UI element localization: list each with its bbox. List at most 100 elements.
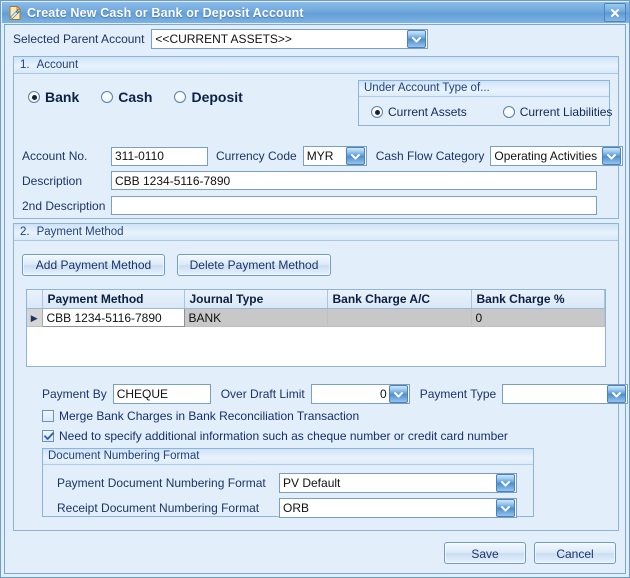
payment-method-buttons: Add Payment Method Delete Payment Method <box>22 254 331 276</box>
chevron-down-icon[interactable] <box>407 30 427 48</box>
chevron-down-icon[interactable] <box>388 385 408 403</box>
radio-bank-label: Bank <box>45 89 80 105</box>
merge-bank-charges-label: Merge Bank Charges in Bank Reconciliatio… <box>59 409 360 423</box>
need-additional-info-checkbox-row[interactable]: Need to specify additional information s… <box>42 429 508 443</box>
receipt-doc-numbering-label: Receipt Document Numbering Format <box>57 501 260 515</box>
document-numbering-title: Document Numbering Format <box>43 449 533 465</box>
grid-col-bank-charge-ac[interactable]: Bank Charge A/C <box>327 290 472 309</box>
description-label: Description <box>22 173 83 188</box>
section-payment-panel: 2. Payment Method Add Payment Method Dele… <box>13 223 629 531</box>
add-payment-method-button[interactable]: Add Payment Method <box>22 254 165 276</box>
cash-flow-category-label: Cash Flow Category <box>375 149 485 163</box>
row-selector-cell[interactable]: ▶ <box>27 308 43 327</box>
chevron-down-icon[interactable] <box>602 147 622 165</box>
selected-parent-account-value: <<CURRENT ASSETS>> <box>155 32 292 46</box>
currency-code-combo[interactable]: MYR <box>302 146 367 166</box>
table-row[interactable]: ▶ CBB 1234-5116-7890 BANK 0 <box>27 308 605 327</box>
radio-cash-dot[interactable] <box>101 91 114 103</box>
section-payment-title: Payment Method <box>36 226 124 238</box>
under-account-type-group: Under Account Type of... Current Assets … <box>358 80 612 126</box>
section-account-panel: 1. Account Bank Cash Deposit Under Accoun… <box>13 56 624 219</box>
need-additional-info-checkbox[interactable] <box>42 430 54 442</box>
window-title: Create New Cash or Bank or Deposit Accou… <box>27 5 304 20</box>
description-row: Description <box>22 171 597 190</box>
title-bar: Create New Cash or Bank or Deposit Accou… <box>2 2 629 23</box>
over-draft-limit-value: 0 <box>380 387 387 401</box>
payment-details-row: Payment By Over Draft Limit 0 Payment Ty… <box>42 384 629 404</box>
payment-type-label: Payment Type <box>419 387 497 401</box>
account-no-input[interactable] <box>111 146 208 166</box>
radio-cash-label: Cash <box>118 89 153 105</box>
cash-flow-category-combo[interactable]: Operating Activities <box>490 146 624 166</box>
chevron-down-icon[interactable] <box>607 385 627 403</box>
cell-bank-charge-pct[interactable]: 0 <box>471 308 605 327</box>
over-draft-limit-label: Over Draft Limit <box>220 387 305 401</box>
second-description-row: 2nd Description <box>22 196 597 215</box>
radio-cash[interactable]: Cash <box>101 89 152 105</box>
cell-bank-charge-ac[interactable] <box>327 308 472 327</box>
radio-current-liabilities-dot[interactable] <box>502 106 515 118</box>
payment-type-combo[interactable] <box>502 384 629 404</box>
radio-deposit-label: Deposit <box>191 89 243 105</box>
cash-flow-category-value: Operating Activities <box>494 149 598 163</box>
receipt-doc-numbering-combo[interactable]: ORB <box>279 498 517 518</box>
save-button[interactable]: Save <box>444 542 526 564</box>
selected-parent-account-row: Selected Parent Account <<CURRENT ASSETS… <box>13 29 429 49</box>
radio-deposit[interactable]: Deposit <box>174 89 243 105</box>
under-account-type-radio-group: Current Assets Current Liabilities <box>371 105 612 119</box>
account-fields-row: Account No. Currency Code MYR Cash Flow … <box>22 146 624 166</box>
radio-deposit-dot[interactable] <box>174 91 187 103</box>
radio-current-assets-dot[interactable] <box>371 106 383 118</box>
currency-code-label: Currency Code <box>216 149 297 163</box>
radio-current-assets[interactable]: Current Assets <box>371 105 467 119</box>
radio-bank[interactable]: Bank <box>28 89 79 105</box>
grid-col-journal-type[interactable]: Journal Type <box>184 290 328 309</box>
dialog-window: Create New Cash or Bank or Deposit Accou… <box>0 0 630 578</box>
second-description-label: 2nd Description <box>22 198 106 213</box>
grid-select-column-header <box>27 290 43 309</box>
currency-code-value: MYR <box>306 149 334 163</box>
payment-doc-numbering-label: Payment Document Numbering Format <box>57 476 266 490</box>
payment-method-grid[interactable]: Payment Method Journal Type Bank Charge … <box>26 289 606 367</box>
description-input[interactable] <box>111 171 597 190</box>
chevron-down-icon[interactable] <box>345 147 365 165</box>
chevron-down-icon[interactable] <box>496 499 515 517</box>
section-payment-number: 2. <box>20 226 30 238</box>
grid-col-payment-method[interactable]: Payment Method <box>42 290 185 309</box>
payment-doc-numbering-combo[interactable]: PV Default <box>279 473 517 493</box>
row-marker-icon: ▶ <box>30 312 38 323</box>
grid-header-row: Payment Method Journal Type Bank Charge … <box>27 290 605 309</box>
radio-current-liabilities-label: Current Liabilities <box>519 105 613 119</box>
under-account-type-title: Under Account Type of... <box>359 81 609 97</box>
selected-parent-account-label: Selected Parent Account <box>13 32 145 46</box>
cell-journal-type[interactable]: BANK <box>184 308 328 327</box>
section-account-header: 1. Account <box>14 57 618 74</box>
receipt-doc-numbering-value: ORB <box>283 501 310 515</box>
receipt-doc-numbering-row: Receipt Document Numbering Format ORB <box>57 498 517 518</box>
payment-method-table: Payment Method Journal Type Bank Charge … <box>27 290 605 327</box>
document-numbering-group: Document Numbering Format Payment Docume… <box>42 448 534 518</box>
radio-current-liabilities[interactable]: Current Liabilities <box>502 105 613 119</box>
document-edit-icon <box>7 5 23 21</box>
delete-payment-method-button[interactable]: Delete Payment Method <box>177 254 331 276</box>
cell-payment-method[interactable]: CBB 1234-5116-7890 <box>41 308 185 327</box>
section-account-number: 1. <box>20 59 30 71</box>
chevron-down-icon[interactable] <box>496 474 515 492</box>
payment-by-label: Payment By <box>42 387 107 401</box>
account-no-label: Account No. <box>22 149 88 163</box>
merge-bank-charges-checkbox-row[interactable]: Merge Bank Charges in Bank Reconciliatio… <box>42 409 359 423</box>
radio-current-assets-label: Current Assets <box>388 105 467 119</box>
radio-bank-dot[interactable] <box>28 91 40 103</box>
grid-col-bank-charge-pct[interactable]: Bank Charge % <box>471 290 605 309</box>
need-additional-info-label: Need to specify additional information s… <box>59 429 508 443</box>
account-kind-radio-group: Bank Cash Deposit <box>28 89 243 105</box>
merge-bank-charges-checkbox[interactable] <box>42 410 54 422</box>
selected-parent-account-combo[interactable]: <<CURRENT ASSETS>> <box>151 29 429 49</box>
payment-by-input[interactable] <box>112 384 211 404</box>
cancel-button[interactable]: Cancel <box>534 542 616 564</box>
over-draft-limit-spinner[interactable]: 0 <box>310 384 410 404</box>
close-icon[interactable] <box>604 3 626 22</box>
payment-doc-numbering-value: PV Default <box>283 476 341 490</box>
section-account-title: Account <box>36 59 79 71</box>
second-description-input[interactable] <box>111 196 597 215</box>
